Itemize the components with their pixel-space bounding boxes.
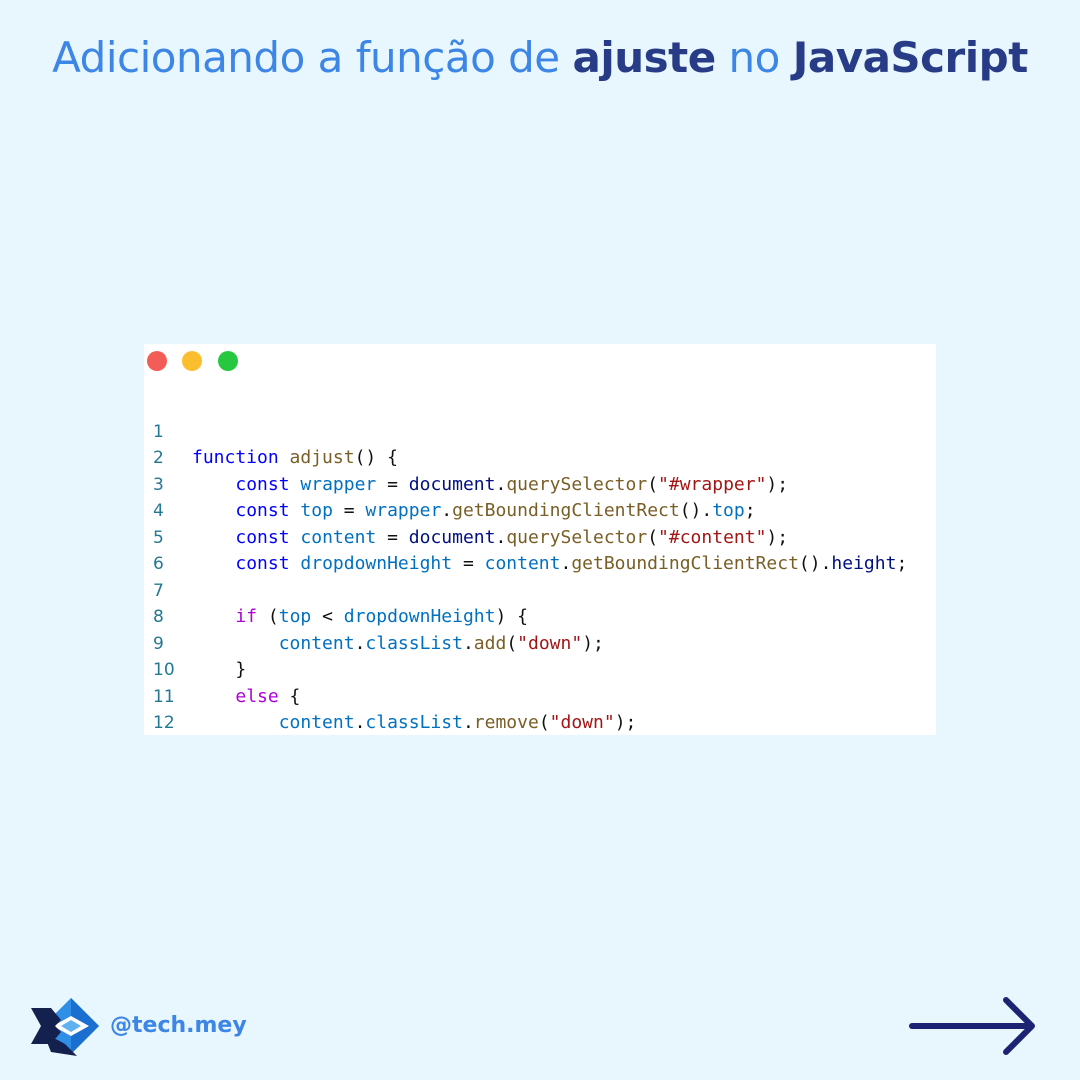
code-line: 9 } [144, 604, 936, 681]
code-line: 12 } [144, 684, 936, 733]
code-line: 7 if (top < dropdownHeight) { [144, 551, 936, 628]
code-window: 1 function adjust() { 2 const wrapper = … [144, 344, 936, 735]
code-line: 6 [144, 525, 936, 574]
code-line: 10 else { [144, 631, 936, 707]
code-line: 5 const dropdownHeight = content.getBoun… [144, 498, 936, 575]
social-handle[interactable]: @tech.mey [110, 1012, 247, 1040]
page-title: Adicionando a função de ajuste no JavaSc… [0, 32, 1080, 84]
tech-mey-logo-icon [31, 998, 99, 1056]
code-block: 1 function adjust() { 2 const wrapper = … [144, 392, 936, 735]
title-bold-javascript: JavaScript [792, 33, 1029, 82]
title-part-1: Adicionando a função de [52, 33, 573, 82]
arrow-right-icon[interactable] [908, 996, 1036, 1056]
title-bold-ajuste: ajuste [572, 33, 716, 82]
code-line: 4 const content = document.querySelector… [144, 472, 936, 548]
title-part-2: no [715, 33, 793, 82]
maximize-dot-icon [218, 351, 238, 371]
close-dot-icon [147, 351, 167, 371]
code-line: 13 } [144, 710, 936, 735]
code-line: 8 content.classList.add("down"); [144, 578, 936, 654]
code-line: 1 function adjust() { [144, 392, 936, 469]
code-line: 11 content.classList.remove("down"); [144, 657, 936, 734]
code-line: 2 const wrapper = document.querySelector… [144, 419, 936, 495]
minimize-dot-icon [182, 351, 202, 371]
code-line: 3 const top = wrapper.getBoundingClientR… [144, 445, 936, 522]
